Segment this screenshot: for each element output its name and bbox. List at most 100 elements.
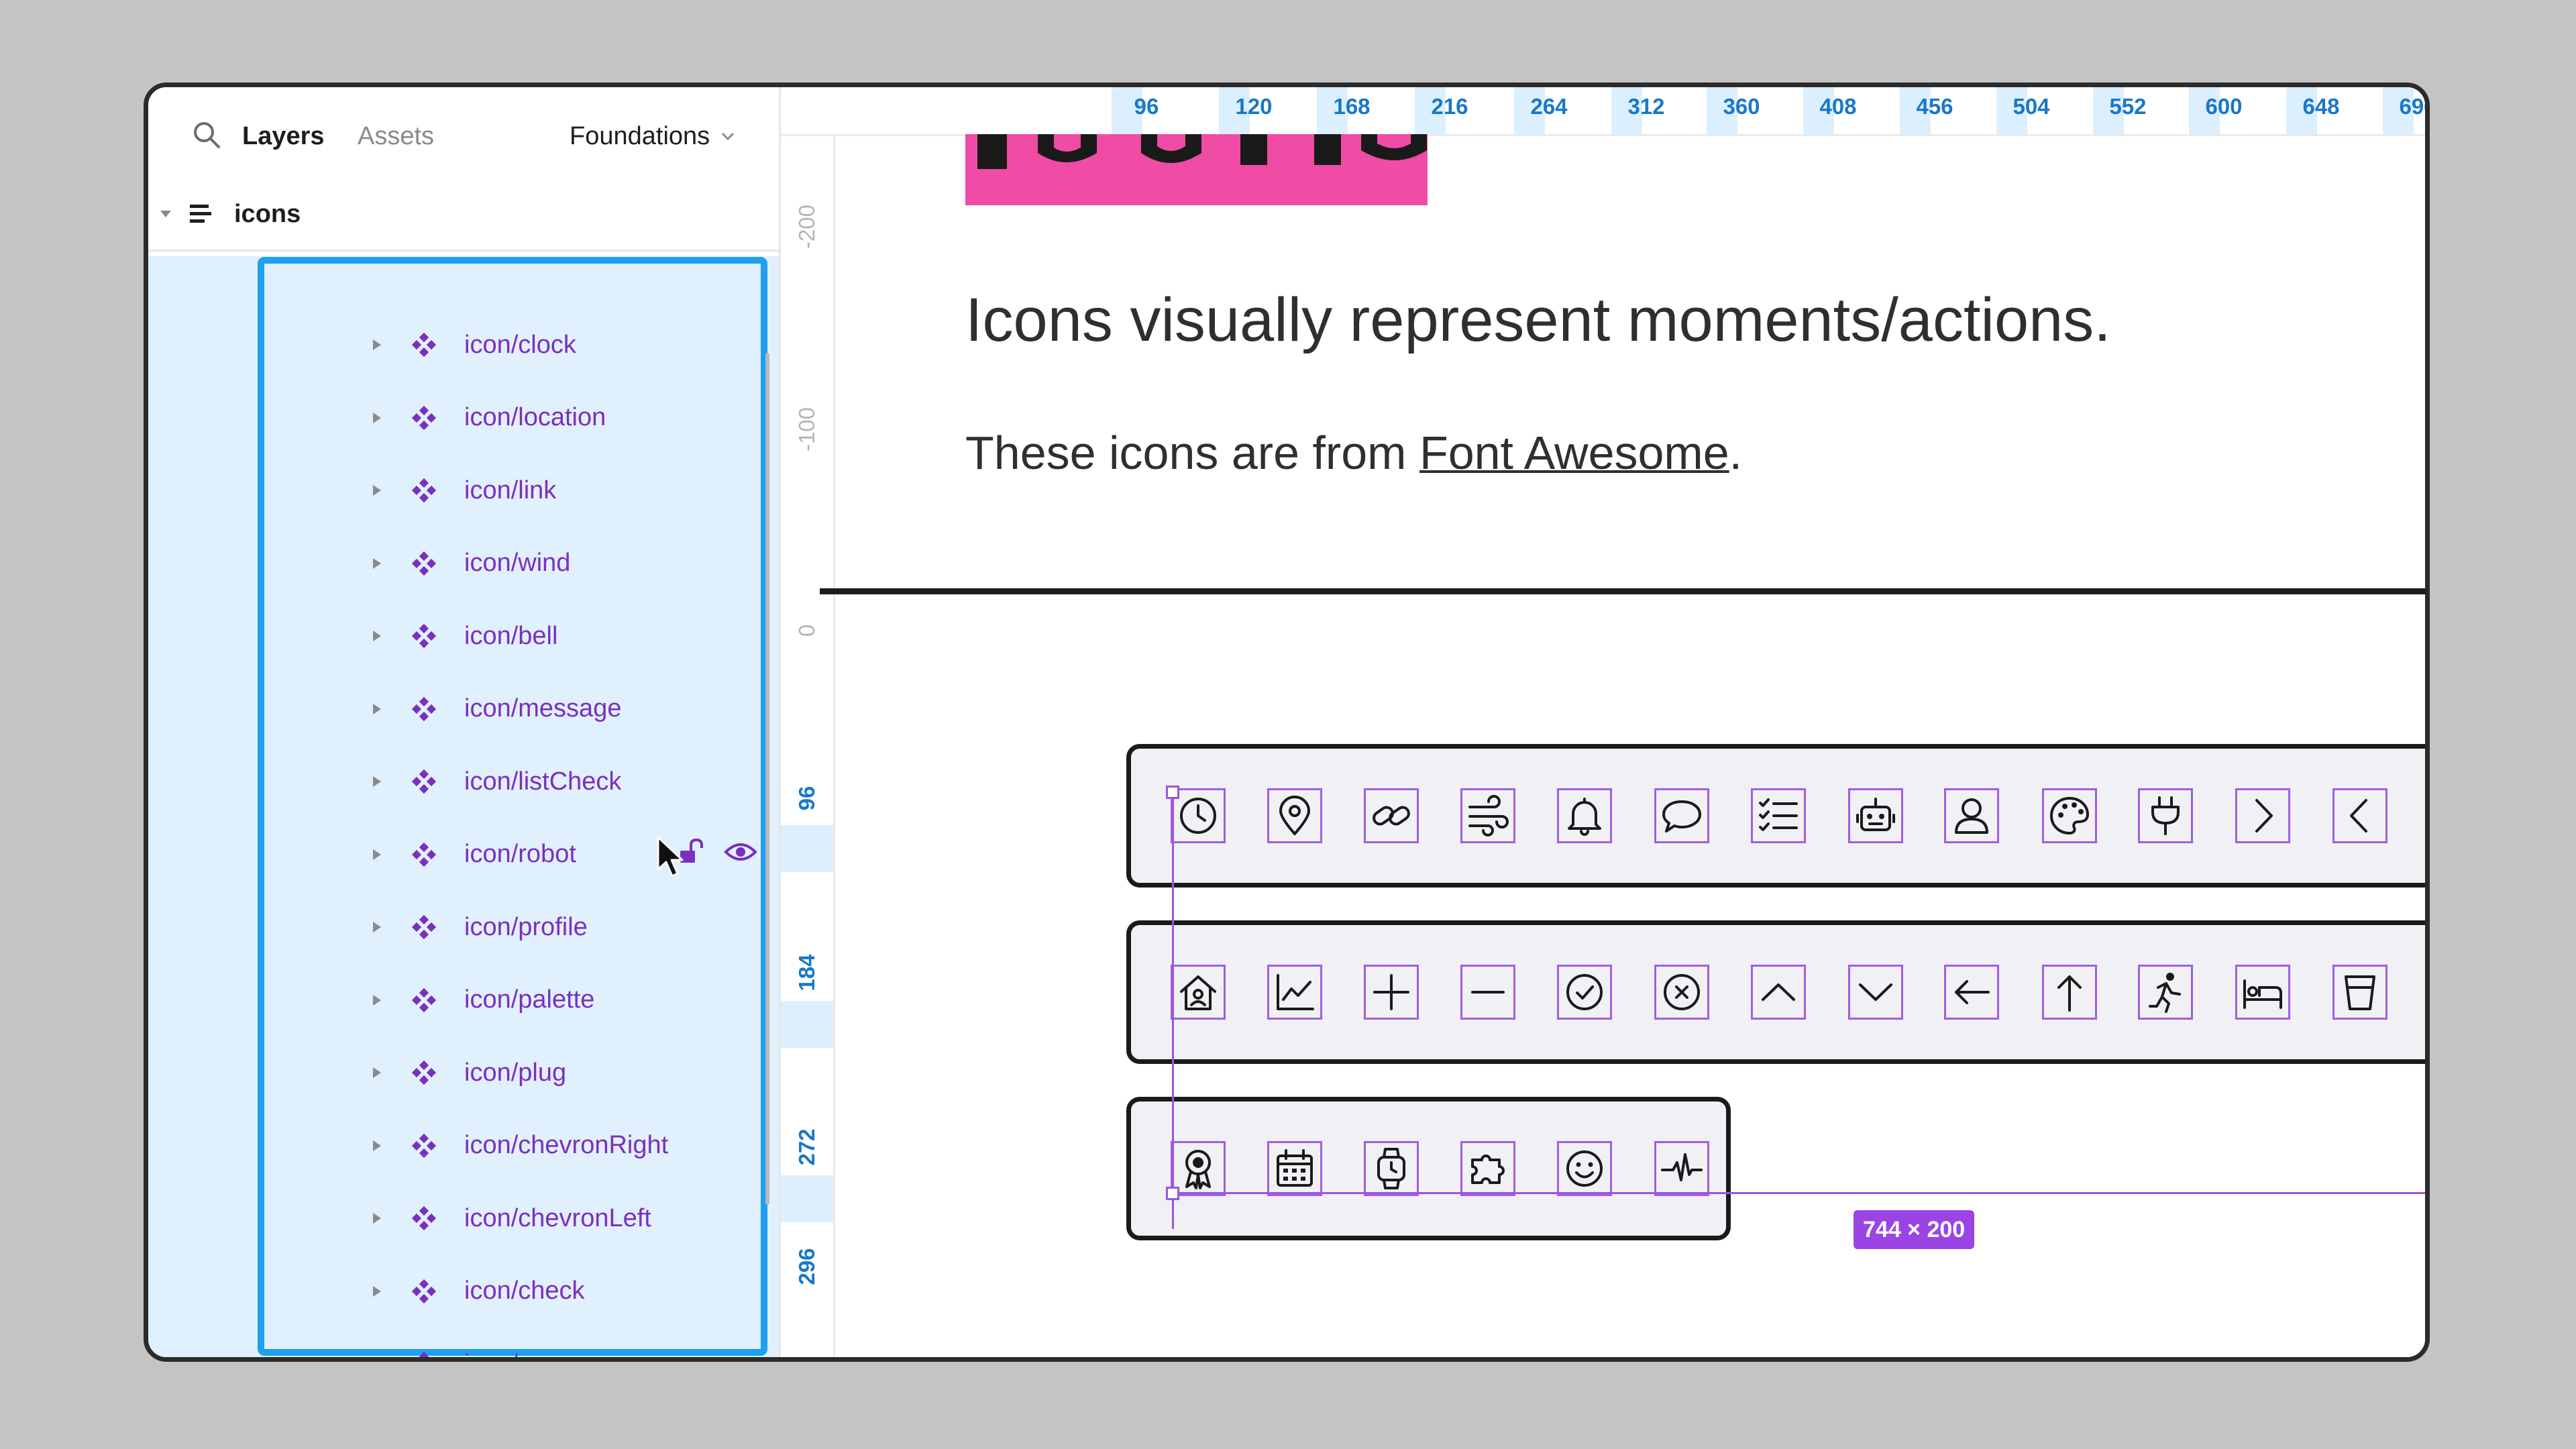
icon-instance-circle-x[interactable] bbox=[1654, 965, 1709, 1020]
component-icon bbox=[411, 1060, 437, 1085]
layer-name: icon/chevronRight bbox=[464, 1131, 669, 1159]
icon-instance-list-check[interactable] bbox=[1751, 788, 1806, 843]
bell-icon bbox=[1568, 798, 1601, 836]
icon-instance-wind[interactable] bbox=[1460, 788, 1515, 843]
icon-instance-home[interactable] bbox=[1171, 965, 1226, 1020]
caret-right-icon[interactable] bbox=[369, 1138, 384, 1153]
ruler-highlight bbox=[781, 1175, 833, 1222]
layer-row[interactable]: icon/chevronRight bbox=[258, 1110, 767, 1182]
wind-icon bbox=[1468, 795, 1509, 837]
icon-instance-puzzle[interactable] bbox=[1460, 1141, 1515, 1196]
profile-icon bbox=[1955, 798, 1988, 834]
layer-row[interactable]: icon/location bbox=[258, 382, 767, 454]
design-canvas[interactable]: 96 120 168 216 264 312 360 408 456 504 552 600 648 69… bbox=[781, 87, 2425, 1357]
icon-instance-robot[interactable] bbox=[1848, 788, 1903, 843]
icon-instance-smile[interactable] bbox=[1557, 1141, 1612, 1196]
component-icon bbox=[411, 696, 437, 721]
layer-row[interactable]: icon/link bbox=[258, 454, 767, 527]
caret-right-icon[interactable] bbox=[369, 556, 384, 571]
tab-assets[interactable]: Assets bbox=[358, 119, 434, 153]
arrow-up-icon bbox=[2057, 975, 2082, 1012]
plug-icon bbox=[2151, 796, 2180, 835]
caret-right-icon[interactable] bbox=[369, 1065, 384, 1080]
icon-instance-minus[interactable] bbox=[1460, 965, 1515, 1020]
selection-handle-bottom-left[interactable] bbox=[1166, 1187, 1179, 1200]
ruler-horizontal[interactable]: 96 120 168 216 264 312 360 408 456 504 552 600 648 69… bbox=[781, 87, 2425, 136]
icon-instance-chevron-down[interactable] bbox=[1848, 965, 1903, 1020]
page-subline[interactable]: These icons are from Font Awesome. bbox=[965, 423, 1742, 483]
layer-row[interactable]: icon/robot bbox=[258, 818, 767, 891]
icon-instance-chevron-up[interactable] bbox=[1751, 965, 1806, 1020]
layer-row[interactable]: icon/message bbox=[258, 673, 767, 745]
font-awesome-link[interactable]: Font Awesome bbox=[1419, 427, 1729, 479]
icon-instance-plug[interactable] bbox=[2138, 788, 2193, 843]
icon-instance-watch[interactable] bbox=[1364, 1141, 1419, 1196]
icon-instance-plus[interactable] bbox=[1364, 965, 1419, 1020]
caret-right-icon[interactable] bbox=[369, 1356, 384, 1362]
caret-right-icon[interactable] bbox=[369, 1211, 384, 1226]
layer-row[interactable]: icon/wind bbox=[258, 527, 767, 600]
layer-name: icon/check bbox=[464, 1277, 585, 1305]
icon-instance-location[interactable] bbox=[1267, 788, 1322, 843]
component-icon bbox=[411, 405, 437, 430]
caret-right-icon[interactable] bbox=[369, 1284, 384, 1299]
caret-right-icon[interactable] bbox=[369, 337, 384, 352]
icon-instance-message[interactable] bbox=[1654, 788, 1709, 843]
tab-layers[interactable]: Layers bbox=[242, 119, 325, 153]
link-icon bbox=[1373, 806, 1410, 826]
icon-instance-profile[interactable] bbox=[1944, 788, 1999, 843]
layer-row[interactable]: icon/cross bbox=[258, 1328, 767, 1362]
icon-instance-cup[interactable] bbox=[2332, 965, 2387, 1020]
caret-right-icon[interactable] bbox=[369, 411, 384, 425]
caret-right-icon[interactable] bbox=[369, 483, 384, 498]
eye-icon[interactable] bbox=[723, 835, 758, 869]
caret-right-icon[interactable] bbox=[369, 993, 384, 1008]
search-icon[interactable] bbox=[190, 118, 223, 152]
layer-row[interactable]: icon/chevronLeft bbox=[258, 1182, 767, 1254]
caret-right-icon[interactable] bbox=[369, 702, 384, 716]
layer-row[interactable]: icon/palette bbox=[258, 964, 767, 1036]
icon-instance-arrow-up[interactable] bbox=[2042, 965, 2097, 1020]
list-check-icon bbox=[1759, 798, 1798, 831]
icon-instance-bed[interactable] bbox=[2235, 965, 2290, 1020]
icon-instance-bell[interactable] bbox=[1557, 788, 1612, 843]
ruler-vertical[interactable]: -200 -100 0 96 184 272 296 bbox=[781, 136, 835, 1357]
layer-row[interactable]: icon/listCheck bbox=[258, 745, 767, 818]
ruler-tick-label: 296 bbox=[794, 1248, 819, 1285]
icon-instance-calendar[interactable] bbox=[1267, 1141, 1322, 1196]
layer-row[interactable]: icon/clock bbox=[258, 309, 767, 381]
layer-name: icon/wind bbox=[464, 549, 571, 577]
selection-line-vertical bbox=[1172, 792, 1174, 1229]
ruler-tick-label: 312 bbox=[1627, 94, 1665, 119]
caret-right-icon[interactable] bbox=[369, 774, 384, 789]
layer-row[interactable]: icon/profile bbox=[258, 891, 767, 963]
caret-right-icon[interactable] bbox=[369, 629, 384, 643]
icon-instance-chevron-left[interactable] bbox=[2332, 788, 2387, 843]
caret-right-icon[interactable] bbox=[369, 847, 384, 862]
icon-instance-running-person[interactable] bbox=[2138, 965, 2193, 1020]
title-banner[interactable] bbox=[965, 134, 1428, 205]
page-headline[interactable]: Icons visually represent moments/actions… bbox=[965, 283, 2111, 357]
icon-instance-palette[interactable] bbox=[2042, 788, 2097, 843]
layer-row[interactable]: icon/plug bbox=[258, 1036, 767, 1109]
caret-down-icon[interactable] bbox=[158, 206, 174, 222]
selection-handle-top-left[interactable] bbox=[1166, 786, 1179, 799]
layer-row[interactable]: icon/bell bbox=[258, 600, 767, 672]
layer-row[interactable]: icon/check bbox=[258, 1255, 767, 1328]
chevron-down-icon bbox=[722, 132, 735, 141]
library-dropdown[interactable]: Foundations bbox=[570, 119, 737, 153]
chevron-down-icon bbox=[1859, 983, 1892, 1001]
layer-row-root[interactable]: icons bbox=[148, 191, 779, 237]
icon-instance-chevron-right[interactable] bbox=[2235, 788, 2290, 843]
ruler-tick-label: 696 bbox=[2399, 94, 2425, 119]
icon-instance-heartbeat[interactable] bbox=[1654, 1141, 1709, 1196]
icon-instance-link[interactable] bbox=[1364, 788, 1419, 843]
icon-instance-circle-check[interactable] bbox=[1557, 965, 1612, 1020]
subline-prefix: These icons are from bbox=[965, 427, 1419, 479]
divider-line[interactable] bbox=[820, 588, 2425, 594]
icon-instance-chart-line[interactable] bbox=[1267, 965, 1322, 1020]
minus-icon bbox=[1471, 991, 1505, 994]
ruler-tick-label: 120 bbox=[1235, 94, 1273, 119]
caret-right-icon[interactable] bbox=[369, 920, 384, 934]
icon-instance-arrow-left[interactable] bbox=[1944, 965, 1999, 1020]
